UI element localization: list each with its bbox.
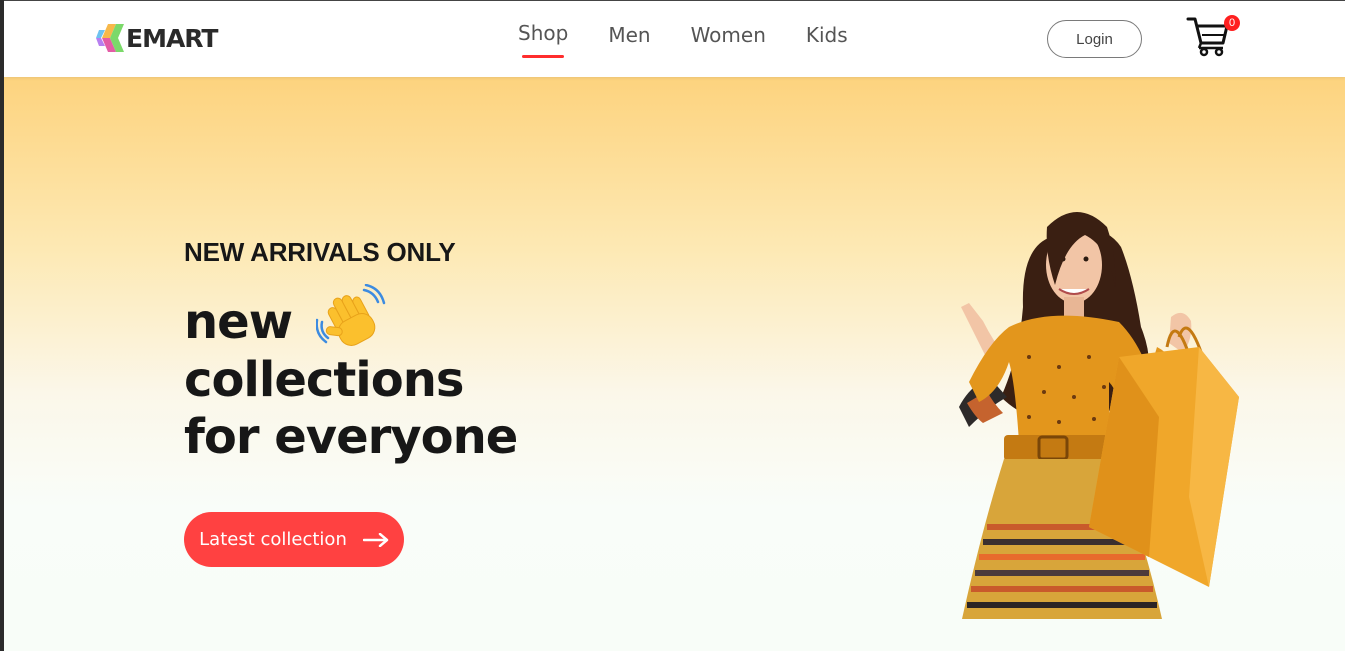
nav-item-label: Women — [690, 23, 766, 47]
hexagon-logo-icon — [96, 24, 124, 52]
cart-button[interactable]: 0 — [1186, 15, 1240, 59]
nav-item-label: Shop — [518, 21, 569, 45]
cart-count-badge: 0 — [1224, 15, 1240, 31]
hero-title-line: for everyone — [184, 409, 518, 465]
cta-label: Latest collection — [199, 529, 347, 550]
nav-item-women[interactable]: Women — [691, 23, 766, 47]
login-button[interactable]: Login — [1047, 20, 1142, 58]
latest-collection-button[interactable]: Latest collection — [184, 512, 404, 567]
nav-item-kids[interactable]: Kids — [806, 23, 848, 47]
hero-section: NEW ARRIVALS ONLY new collections for ev… — [4, 77, 1345, 651]
nav-item-shop[interactable]: Shop — [518, 21, 569, 58]
nav-item-label: Men — [608, 23, 651, 47]
hero-model-image — [959, 212, 1239, 619]
nav-item-label: Kids — [805, 23, 848, 47]
hero-title: new collections for everyone — [184, 284, 518, 466]
hero-title-line: collections — [184, 352, 464, 408]
logo[interactable]: EMART — [96, 22, 218, 54]
hero-title-line: new — [184, 293, 293, 350]
active-underline — [522, 55, 565, 58]
brand-name: EMART — [126, 23, 218, 53]
page: EMART Shop Men Women Kids Login 0 NEW AR… — [4, 0, 1345, 651]
main-nav: Shop Men Women Kids — [518, 21, 848, 58]
nav-item-men[interactable]: Men — [608, 23, 650, 47]
hero-tagline: NEW ARRIVALS ONLY — [184, 237, 456, 267]
waving-hand-icon — [316, 284, 386, 346]
navbar: EMART Shop Men Women Kids Login 0 — [4, 1, 1345, 77]
arrow-right-icon — [362, 532, 389, 547]
